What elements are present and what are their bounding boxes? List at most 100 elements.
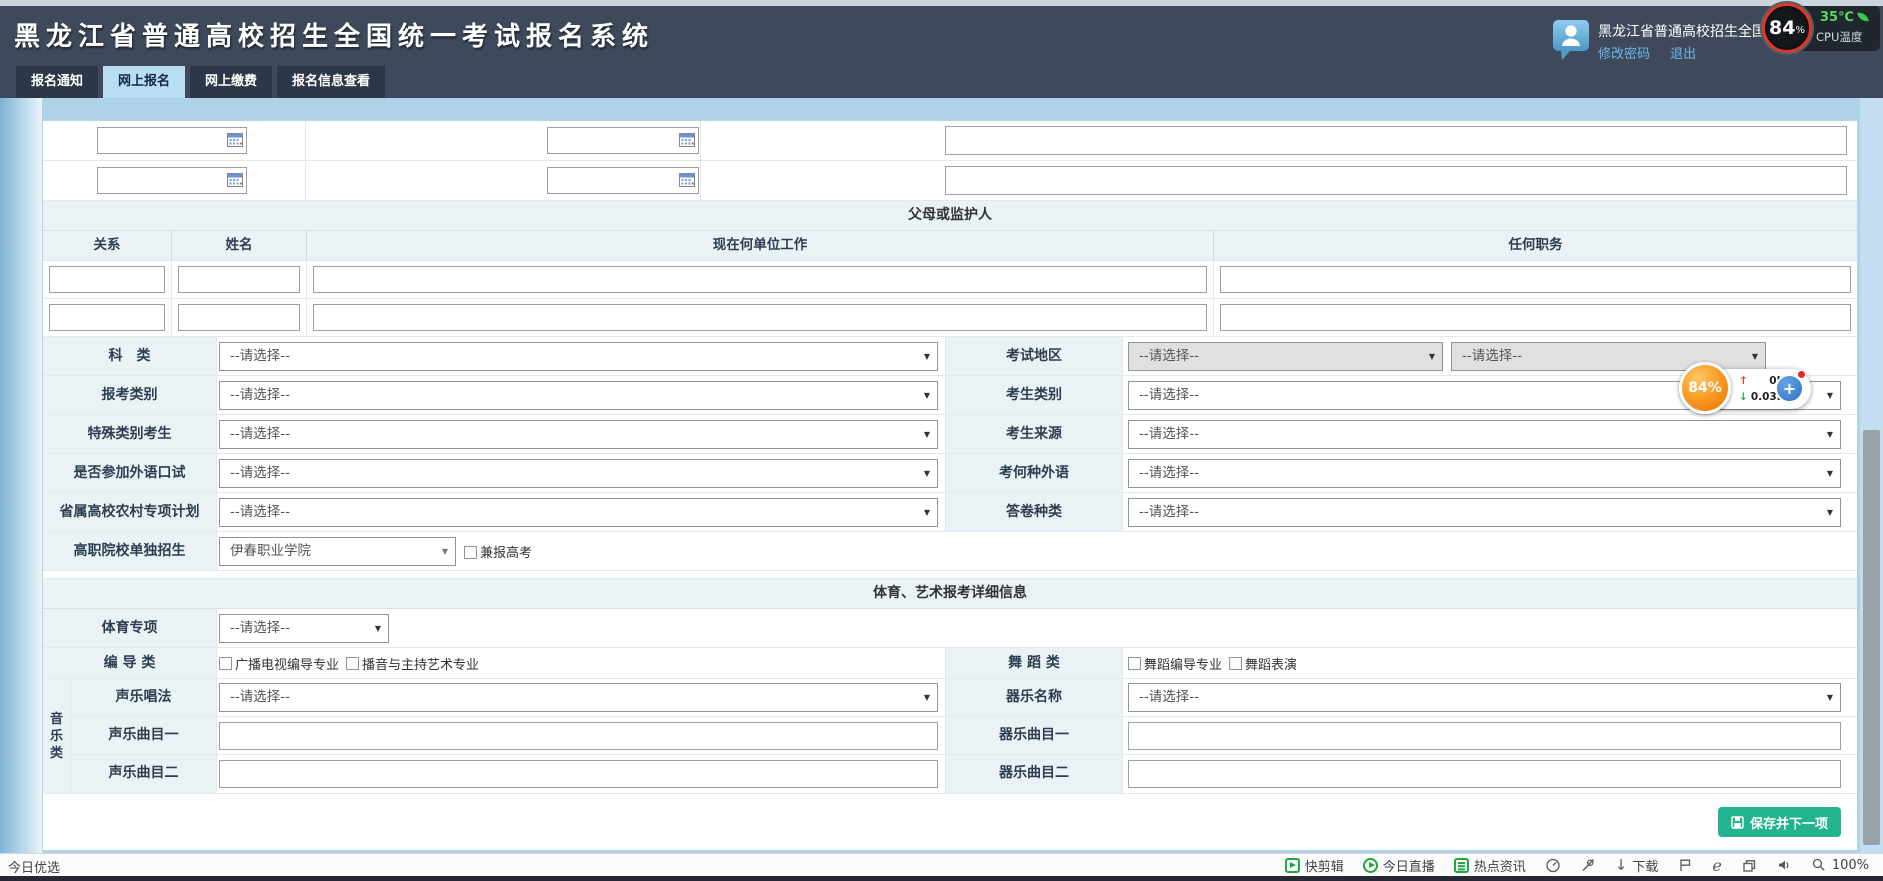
vocational-select[interactable]: 伊春职业学院 ▼ xyxy=(219,537,456,566)
concurrent-gaokao-checkbox[interactable] xyxy=(464,546,477,559)
selected-value: --请选择-- xyxy=(230,689,290,705)
parent2-workplace-input[interactable] xyxy=(313,304,1207,331)
calendar-icon[interactable] xyxy=(227,172,243,191)
memory-usage-bubble[interactable]: 84% xyxy=(1679,362,1731,414)
date-row-2 xyxy=(43,161,1857,201)
notification-dot xyxy=(1797,370,1806,379)
calendar-icon[interactable] xyxy=(679,172,695,191)
download-arrow-icon: ↓ xyxy=(1739,391,1748,403)
calendar-icon[interactable] xyxy=(679,132,695,151)
cpu-percent-unit: % xyxy=(1795,25,1805,36)
field-row-subject-examarea: 科 类 --请选择-- ▼ 考试地区 --请选择-- ▼ --请选择-- ▼ xyxy=(43,337,1857,376)
selected-value: --请选择-- xyxy=(1139,465,1199,481)
vertical-scrollbar[interactable] xyxy=(1860,98,1883,853)
selected-value: --请选择-- xyxy=(230,426,290,442)
tab-registration-notice[interactable]: 报名通知 xyxy=(16,66,98,98)
chevron-down-icon: ▼ xyxy=(1827,499,1833,526)
quick-edit-button[interactable]: 快剪辑 xyxy=(1285,856,1344,875)
scrollbar-thumb[interactable] xyxy=(1863,430,1880,845)
tab-online-registration[interactable]: 网上报名 xyxy=(103,66,185,98)
paper-type-select[interactable]: --请选择-- ▼ xyxy=(1128,498,1841,527)
wide-text-input-1[interactable] xyxy=(945,126,1847,155)
parent2-relation-input[interactable] xyxy=(49,304,165,331)
foreign-language-select[interactable]: --请选择-- ▼ xyxy=(1128,459,1841,488)
field-row-ruralplan-papertype: 省属高校农村专项计划 --请选择-- ▼ 答卷种类 --请选择-- ▼ xyxy=(43,493,1857,532)
concurrent-gaokao-label: 兼报高考 xyxy=(480,546,532,561)
broadcast-directing-checkbox[interactable] xyxy=(219,657,232,670)
today-live-button[interactable]: 今日直播 xyxy=(1363,856,1435,875)
vocal-song2-label: 声乐曲目二 xyxy=(71,755,217,793)
field-row-song2: 声乐曲目二 器乐曲目二 xyxy=(71,755,1857,793)
exam-area-province-select[interactable]: --请选择-- ▼ xyxy=(1128,342,1443,371)
volume-button[interactable] xyxy=(1776,857,1792,873)
network-speed-widget[interactable]: 84% ↑0K/s ↓0.03K/s + xyxy=(1679,360,1819,418)
date-input-3[interactable] xyxy=(97,167,247,194)
cpu-monitor-widget[interactable]: 84 % 35℃ CPU温度 xyxy=(1762,5,1880,52)
page-left-gradient xyxy=(0,98,42,853)
instrument-song2-input[interactable] xyxy=(1128,760,1841,788)
today-live-label: 今日直播 xyxy=(1383,856,1435,875)
save-and-next-button[interactable]: 保存并下一项 xyxy=(1718,807,1841,837)
broadcast-directing-label: 广播电视编导专业 xyxy=(235,654,339,673)
hot-news-label: 热点资讯 xyxy=(1474,856,1526,875)
hot-news-button[interactable]: 热点资讯 xyxy=(1454,856,1526,875)
tab-online-payment[interactable]: 网上缴费 xyxy=(190,66,272,98)
vocal-song2-input[interactable] xyxy=(219,760,938,788)
cpu-percent: 84 xyxy=(1769,17,1795,39)
subject-select[interactable]: --请选择-- ▼ xyxy=(219,342,938,371)
save-icon xyxy=(1731,816,1744,829)
browser-status-bar: 今日优选 快剪辑 今日直播 热点资讯 ↓ 下载 xyxy=(0,853,1883,876)
game-boost-button[interactable] xyxy=(1580,857,1596,873)
logout-link[interactable]: 退出 xyxy=(1670,47,1696,62)
selected-value: --请选择-- xyxy=(230,348,290,364)
memory-percent: 84% xyxy=(1688,380,1722,396)
special-type-select[interactable]: --请选择-- ▼ xyxy=(219,420,938,449)
chevron-down-icon: ▼ xyxy=(924,421,930,448)
instrument-name-select[interactable]: --请选择-- ▼ xyxy=(1128,683,1841,712)
parents-table-row xyxy=(43,261,1857,299)
window-restore-button[interactable] xyxy=(1741,858,1757,873)
sports-special-select[interactable]: --请选择-- ▼ xyxy=(219,614,389,643)
date-input-4[interactable] xyxy=(547,167,699,194)
parent1-relation-input[interactable] xyxy=(49,266,165,293)
date-input-1[interactable] xyxy=(97,127,247,154)
magnifier-icon xyxy=(1811,857,1827,873)
hosting-art-checkbox[interactable] xyxy=(346,657,359,670)
vocal-method-select[interactable]: --请选择-- ▼ xyxy=(219,683,938,712)
dance-performance-checkbox[interactable] xyxy=(1229,657,1242,670)
parent2-name-input[interactable] xyxy=(178,304,300,331)
field-row-oraltest-language: 是否参加外语口试 --请选择-- ▼ 考何种外语 --请选择-- ▼ xyxy=(43,454,1857,493)
cpu-temperature: 35℃ xyxy=(1820,10,1868,25)
column-header-workplace: 现在何单位工作 xyxy=(307,231,1214,260)
download-label: 下载 xyxy=(1632,856,1658,875)
vocal-song1-input[interactable] xyxy=(219,722,938,750)
oral-test-select[interactable]: --请选择-- ▼ xyxy=(219,459,938,488)
speed-mode-button[interactable] xyxy=(1545,857,1561,873)
change-password-link[interactable]: 修改密码 xyxy=(1598,47,1650,62)
wide-text-input-2[interactable] xyxy=(945,166,1847,195)
vocal-song1-label: 声乐曲目一 xyxy=(71,717,217,754)
apply-type-select[interactable]: --请选择-- ▼ xyxy=(219,381,938,410)
paper-type-label: 答卷种类 xyxy=(945,493,1123,531)
rural-plan-select[interactable]: --请选择-- ▼ xyxy=(219,498,938,527)
page-zoom-control[interactable]: 100% xyxy=(1811,857,1869,873)
candidate-source-select[interactable]: --请选择-- ▼ xyxy=(1128,420,1841,449)
parent1-position-input[interactable] xyxy=(1220,266,1851,293)
cpu-usage-badge[interactable]: 84 % xyxy=(1762,3,1812,53)
date-input-2[interactable] xyxy=(547,127,699,154)
today-picks-link[interactable]: 今日优选 xyxy=(8,857,60,876)
dance-directing-checkbox[interactable] xyxy=(1128,657,1141,670)
parent2-position-input[interactable] xyxy=(1220,304,1851,331)
oral-test-label: 是否参加外语口试 xyxy=(43,454,217,492)
parent1-name-input[interactable] xyxy=(178,266,300,293)
flag-button[interactable] xyxy=(1677,857,1693,873)
selected-value: --请选择-- xyxy=(1139,387,1199,403)
calendar-icon[interactable] xyxy=(227,132,243,151)
download-button[interactable]: ↓ 下载 xyxy=(1615,856,1659,875)
tab-registration-info-view[interactable]: 报名信息查看 xyxy=(277,66,385,98)
chevron-down-icon: ▼ xyxy=(924,343,930,370)
parent1-workplace-input[interactable] xyxy=(313,266,1207,293)
directing-label: 编 导 类 xyxy=(43,648,217,678)
ie-mode-button[interactable]: e xyxy=(1712,856,1721,875)
instrument-song1-input[interactable] xyxy=(1128,722,1841,750)
